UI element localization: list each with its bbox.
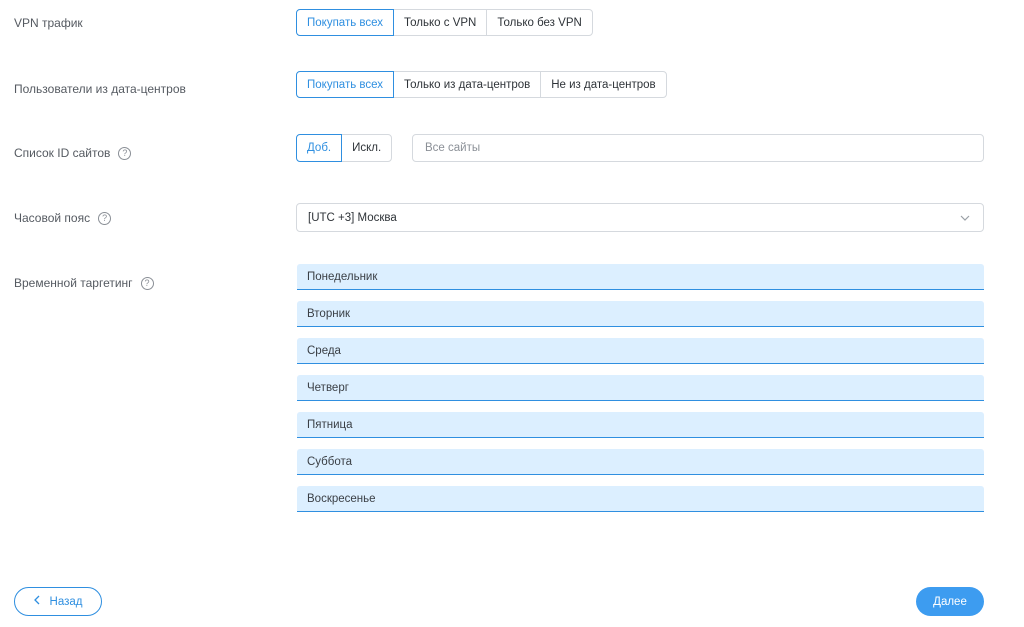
- targeting-form: VPN трафик Покупать всех Только с VPN То…: [0, 0, 1024, 627]
- day-row-sunday[interactable]: Воскресенье: [297, 486, 984, 512]
- site-id-input[interactable]: Все сайты: [412, 134, 984, 162]
- day-label: Среда: [307, 344, 341, 357]
- site-mode-exclude[interactable]: Искл.: [341, 134, 393, 162]
- vpn-traffic-segmented: Покупать всех Только с VPN Только без VP…: [296, 9, 593, 36]
- datacenter-segmented: Покупать всех Только из дата-центров Не …: [296, 71, 667, 98]
- day-row-monday[interactable]: Понедельник: [297, 264, 984, 290]
- back-button-label: Назад: [49, 595, 83, 608]
- help-icon[interactable]: ?: [118, 146, 132, 160]
- day-row-friday[interactable]: Пятница: [297, 412, 984, 438]
- datacenter-option-not-dc[interactable]: Не из дата-центров: [540, 71, 667, 98]
- timezone-value: [UTC +3] Москва: [308, 211, 397, 224]
- day-label: Воскресенье: [307, 492, 376, 505]
- vpn-traffic-label-text: VPN трафик: [14, 16, 83, 30]
- site-list-label-text: Список ID сайтов: [14, 146, 111, 160]
- datacenter-users-label: Пользователи из дата-центров: [14, 82, 186, 96]
- datacenter-users-label-text: Пользователи из дата-центров: [14, 82, 186, 96]
- day-label: Вторник: [307, 307, 351, 320]
- back-button[interactable]: Назад: [14, 587, 102, 616]
- day-label: Пятница: [307, 418, 353, 431]
- help-icon[interactable]: ?: [140, 276, 154, 290]
- site-mode-segmented: Доб. Искл.: [296, 134, 393, 162]
- chevron-left-icon: [33, 595, 40, 608]
- day-row-saturday[interactable]: Суббота: [297, 449, 984, 475]
- time-targeting-label: Временной таргетинг ?: [14, 276, 154, 290]
- vpn-option-all[interactable]: Покупать всех: [296, 9, 395, 36]
- vpn-option-no-vpn[interactable]: Только без VPN: [486, 9, 593, 36]
- vpn-traffic-label: VPN трафик: [14, 16, 83, 30]
- timezone-select[interactable]: [UTC +3] Москва: [296, 203, 984, 232]
- day-label: Суббота: [307, 455, 353, 468]
- day-label: Четверг: [307, 381, 349, 394]
- next-button-label: Далее: [933, 595, 967, 608]
- chevron-down-icon: [959, 212, 971, 224]
- day-row-thursday[interactable]: Четверг: [297, 375, 984, 401]
- site-mode-include[interactable]: Доб.: [296, 134, 343, 162]
- next-button[interactable]: Далее: [916, 587, 984, 616]
- day-label: Понедельник: [307, 270, 378, 283]
- timezone-label-text: Часовой пояс: [14, 211, 91, 225]
- site-list-label: Список ID сайтов ?: [14, 146, 132, 160]
- day-row-wednesday[interactable]: Среда: [297, 338, 984, 364]
- datacenter-option-all[interactable]: Покупать всех: [296, 71, 395, 98]
- time-targeting-label-text: Временной таргетинг: [14, 276, 133, 290]
- datacenter-option-only-dc[interactable]: Только из дата-центров: [393, 71, 542, 98]
- day-row-tuesday[interactable]: Вторник: [297, 301, 984, 327]
- help-icon[interactable]: ?: [98, 211, 112, 225]
- vpn-option-only-vpn[interactable]: Только с VPN: [393, 9, 488, 36]
- timezone-label: Часовой пояс ?: [14, 211, 112, 225]
